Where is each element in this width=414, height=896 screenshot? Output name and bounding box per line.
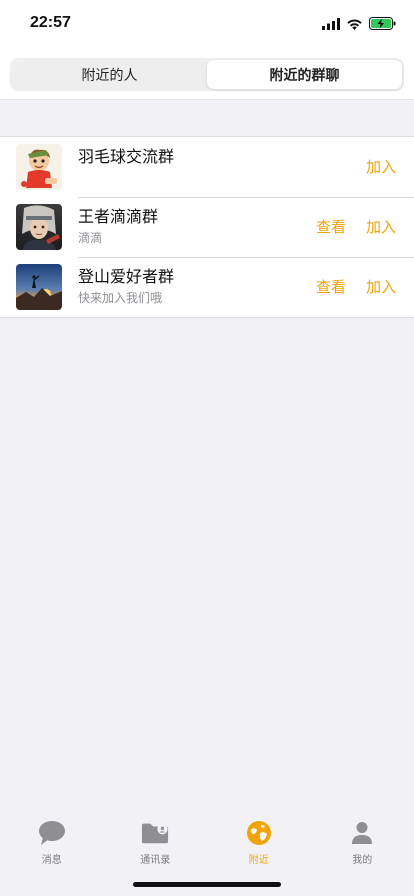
tab-me[interactable]: 我的 <box>311 806 414 896</box>
status-bar: 22:57 <box>0 0 414 50</box>
game-character-avatar <box>16 204 62 250</box>
group-row-badminton[interactable]: 羽毛球交流群 加入 <box>0 137 414 197</box>
tab-label: 我的 <box>352 855 373 866</box>
tab-nearby-groups[interactable]: 附近的群聊 <box>207 60 402 89</box>
battery-charging-icon <box>369 15 396 34</box>
join-button[interactable]: 加入 <box>366 216 396 237</box>
group-text: 王者滴滴群 滴滴 <box>78 207 284 245</box>
chat-bubble-icon <box>38 819 66 847</box>
group-description: 滴滴 <box>78 231 103 245</box>
tab-nearby-people-label: 附近的人 <box>81 67 138 84</box>
join-button[interactable]: 加入 <box>366 156 396 177</box>
wifi-icon <box>346 15 363 34</box>
nearby-globe-icon <box>245 819 273 847</box>
view-button[interactable]: 查看 <box>316 276 346 297</box>
status-time: 22:57 <box>30 14 71 31</box>
join-button[interactable]: 加入 <box>366 276 396 297</box>
tab-nearby-people[interactable]: 附近的人 <box>12 60 207 89</box>
group-list: 羽毛球交流群 加入 王者滴滴群 滴滴 查看 加入 登山爱好者群 快来加入我们哦 … <box>0 136 414 318</box>
tab-messages[interactable]: 消息 <box>0 806 104 896</box>
status-icons <box>322 16 396 32</box>
tab-label: 通讯录 <box>140 855 171 866</box>
cellular-signal-icon <box>322 15 340 34</box>
view-button[interactable]: 查看 <box>316 216 346 237</box>
group-text: 登山爱好者群 快来加入我们哦 <box>78 267 284 305</box>
mountain-sunset-avatar <box>16 264 62 310</box>
group-text: 羽毛球交流群 <box>78 147 284 167</box>
tab-label: 附近 <box>248 855 269 866</box>
group-description: 快来加入我们哦 <box>78 291 163 305</box>
tab-label: 消息 <box>41 855 62 866</box>
group-name: 羽毛球交流群 <box>78 147 175 166</box>
home-indicator <box>133 882 281 887</box>
group-name: 王者滴滴群 <box>78 207 159 226</box>
person-icon <box>348 819 376 847</box>
group-row-hiking[interactable]: 登山爱好者群 快来加入我们哦 查看 加入 <box>0 257 414 317</box>
contacts-folder-icon <box>141 819 169 847</box>
segmented-control: 附近的人 附近的群聊 <box>10 58 404 91</box>
group-row-king[interactable]: 王者滴滴群 滴滴 查看 加入 <box>0 197 414 257</box>
tab-nearby-groups-label: 附近的群聊 <box>269 67 340 84</box>
header-area: 22:57 附近的人 附近的群聊 <box>0 0 414 100</box>
group-name: 登山爱好者群 <box>78 267 175 286</box>
cartoon-boy-avatar <box>16 144 62 190</box>
